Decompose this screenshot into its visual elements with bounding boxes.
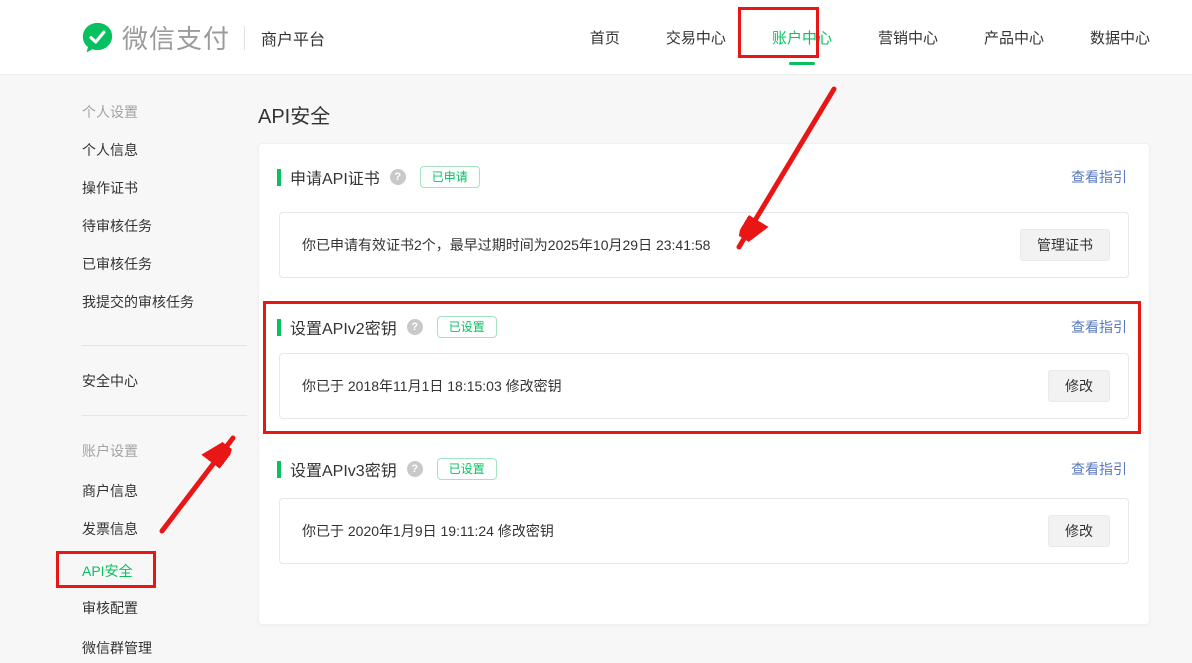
view-guide-link[interactable]: 查看指引 bbox=[1071, 317, 1127, 337]
apiv3-key-status-text: 你已于 2020年1月9日 19:11:24 修改密钥 bbox=[302, 521, 554, 541]
sidebar-divider bbox=[82, 345, 247, 346]
view-guide-link[interactable]: 查看指引 bbox=[1071, 459, 1127, 479]
help-icon[interactable]: ? bbox=[407, 319, 423, 335]
section-marker bbox=[277, 319, 281, 336]
nav-item-transaction-center[interactable]: 交易中心 bbox=[666, 19, 726, 56]
api-certificate-info-box: 你已申请有效证书2个，最早过期时间为2025年10月29日 23:41:58 管… bbox=[279, 212, 1129, 278]
sidebar-item-operation-cert[interactable]: 操作证书 bbox=[82, 179, 138, 197]
nav-item-product-center[interactable]: 产品中心 bbox=[984, 19, 1044, 56]
apiv3-key-info-box: 你已于 2020年1月9日 19:11:24 修改密钥 修改 bbox=[279, 498, 1129, 564]
sidebar-header-account-settings: 账户设置 bbox=[82, 442, 138, 460]
section-marker bbox=[277, 169, 281, 186]
page-title: API安全 bbox=[258, 100, 330, 129]
section-api-certificate-header: 申请API证书 ? 已申请 查看指引 bbox=[277, 163, 1127, 191]
certificate-status-text: 你已申请有效证书2个，最早过期时间为2025年10月29日 23:41:58 bbox=[302, 235, 710, 255]
sidebar-item-pending-review[interactable]: 待审核任务 bbox=[82, 217, 152, 235]
top-header: 微信支付 商户平台 首页 交易中心 账户中心 营销中心 产品中心 数据中心 bbox=[0, 0, 1192, 75]
status-badge: 已设置 bbox=[437, 316, 497, 338]
sidebar-item-reviewed-tasks[interactable]: 已审核任务 bbox=[82, 255, 152, 273]
sidebar-item-personal-info[interactable]: 个人信息 bbox=[82, 141, 138, 159]
section-title: 申请API证书 bbox=[290, 165, 380, 189]
portal-title: 商户平台 bbox=[261, 26, 325, 50]
apiv2-key-status-text: 你已于 2018年11月1日 18:15:03 修改密钥 bbox=[302, 376, 562, 396]
sidebar-item-wechat-group-mgmt[interactable]: 微信群管理 bbox=[82, 639, 152, 657]
brand-logo-text: 微信支付 bbox=[122, 19, 230, 56]
sidebar-item-security-center[interactable]: 安全中心 bbox=[82, 372, 138, 390]
manage-certificate-button[interactable]: 管理证书 bbox=[1020, 229, 1110, 262]
wechat-pay-icon bbox=[82, 22, 113, 53]
top-navigation: 首页 交易中心 账户中心 营销中心 产品中心 数据中心 bbox=[590, 0, 1150, 75]
view-guide-link[interactable]: 查看指引 bbox=[1071, 167, 1127, 187]
apiv2-key-info-box: 你已于 2018年11月1日 18:15:03 修改密钥 修改 bbox=[279, 353, 1129, 419]
modify-apiv3-key-button[interactable]: 修改 bbox=[1048, 515, 1110, 548]
sidebar-item-merchant-info[interactable]: 商户信息 bbox=[82, 482, 138, 500]
sidebar-item-review-config[interactable]: 审核配置 bbox=[82, 599, 138, 617]
modify-apiv2-key-button[interactable]: 修改 bbox=[1048, 370, 1110, 403]
section-apiv3-key-header: 设置APIv3密钥 ? 已设置 查看指引 bbox=[277, 455, 1127, 483]
section-marker bbox=[277, 461, 281, 478]
nav-item-data-center[interactable]: 数据中心 bbox=[1090, 19, 1150, 56]
sidebar-header-personal-settings: 个人设置 bbox=[82, 103, 138, 121]
sidebar-item-api-security[interactable]: API安全 bbox=[82, 562, 133, 580]
brand-area: 微信支付 商户平台 bbox=[82, 0, 325, 75]
sidebar-item-my-submitted-tasks[interactable]: 我提交的审核任务 bbox=[82, 293, 194, 311]
sidebar-divider bbox=[82, 415, 247, 416]
status-badge: 已设置 bbox=[437, 458, 497, 480]
nav-item-marketing-center[interactable]: 营销中心 bbox=[878, 19, 938, 56]
sidebar: 个人设置 个人信息 操作证书 待审核任务 已审核任务 我提交的审核任务 安全中心… bbox=[82, 75, 247, 663]
section-title: 设置APIv3密钥 bbox=[290, 457, 397, 481]
nav-item-home[interactable]: 首页 bbox=[590, 19, 620, 56]
brand-separator bbox=[244, 26, 245, 50]
nav-item-account-center[interactable]: 账户中心 bbox=[772, 19, 832, 56]
section-apiv2-key-header: 设置APIv2密钥 ? 已设置 查看指引 bbox=[277, 313, 1127, 341]
help-icon[interactable]: ? bbox=[407, 461, 423, 477]
section-title: 设置APIv2密钥 bbox=[290, 315, 397, 339]
help-icon[interactable]: ? bbox=[390, 169, 406, 185]
sidebar-item-invoice-info[interactable]: 发票信息 bbox=[82, 520, 138, 538]
api-security-card: 申请API证书 ? 已申请 查看指引 你已申请有效证书2个，最早过期时间为202… bbox=[258, 143, 1150, 625]
status-badge: 已申请 bbox=[420, 166, 480, 188]
